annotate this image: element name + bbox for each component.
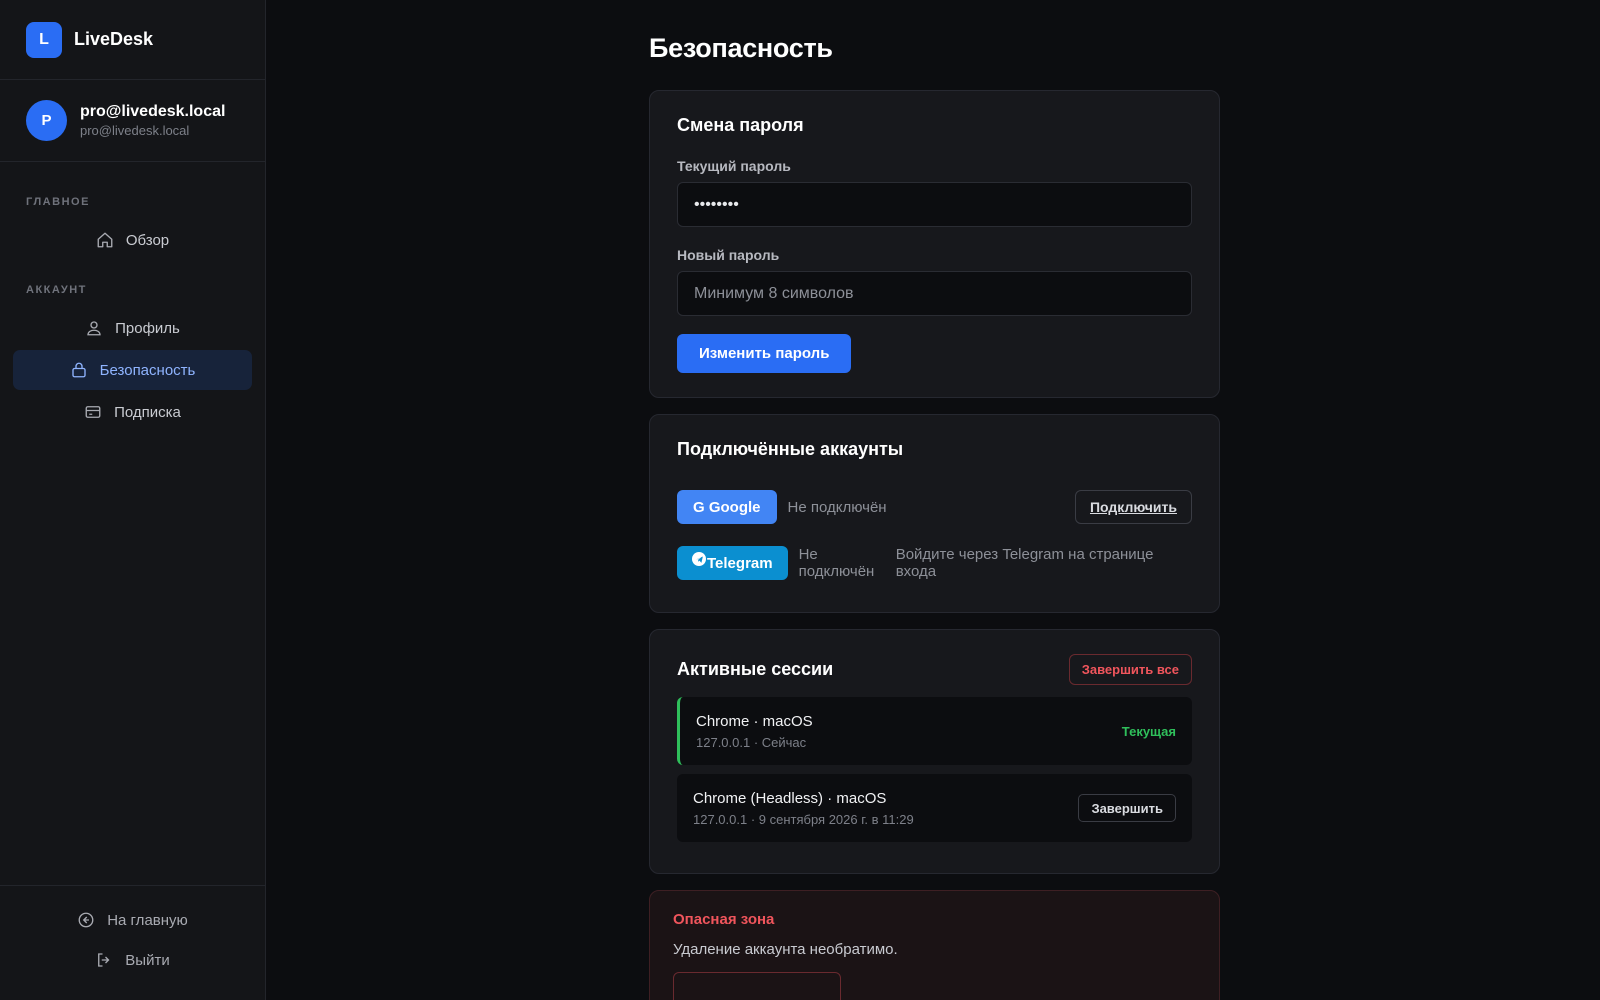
end-session-button[interactable]: Завершить [1078,794,1176,822]
session-meta: 127.0.0.1 · 9 сентября 2026 г. в 11:29 [693,811,914,827]
home-link[interactable]: На главную [13,900,252,940]
nav-heading-main: ГЛАВНОЕ [26,196,90,208]
telegram-icon [692,552,706,566]
password-card: Смена пароля Текущий пароль Новый пароль… [649,90,1220,398]
danger-zone-card: Опасная зона Удаление аккаунта необратим… [649,890,1220,1000]
arrow-left-circle-icon [77,911,95,929]
logout-label: Выйти [125,951,170,969]
sidebar-item-profile[interactable]: Профиль [13,308,252,348]
session-name: Chrome (Headless) · macOS [693,789,887,807]
connected-accounts-card: Подключённые аккаунты G Google Не подклю… [649,414,1220,613]
brand-name: LiveDesk [74,29,154,49]
user-icon [85,319,103,337]
sidebar-item-label: Безопасность [99,361,196,379]
google-account-row: G Google Не подключён Подключить [677,490,1192,524]
new-password-label: Новый пароль [677,247,780,263]
sidebar-item-overview[interactable]: Обзор [13,220,252,260]
change-password-button[interactable]: Изменить пароль [677,334,852,373]
connect-google-button[interactable]: Подключить [1074,490,1192,524]
sidebar-nav: ГЛАВНОЕ Обзор АККАУНТ Профиль Безопаснос… [0,196,265,432]
session-meta: 127.0.0.1 · Сейчас [696,734,807,750]
google-badge: G Google [677,490,777,524]
danger-zone-title: Опасная зона [673,911,775,928]
current-password-field[interactable] [677,182,1192,227]
sidebar-item-label: Обзор [125,231,170,249]
telegram-hint: Войдите через Telegram на странице входа [895,546,1154,580]
password-card-title: Смена пароля [677,115,804,135]
sidebar-item-label: Профиль [115,319,180,337]
lock-icon [70,361,88,379]
user-name: pro@livedesk.local [80,102,226,120]
session-row: Chrome (Headless) · macOS 127.0.0.1 · 9 … [677,774,1192,842]
telegram-badge-label: Telegram [707,554,773,572]
connected-accounts-title: Подключённые аккаунты [677,439,904,459]
user-email: pro@livedesk.local [80,122,190,138]
telegram-account-row: Telegram Не подключён Войдите через Tele… [677,546,1192,580]
google-status: Не подключён [787,498,887,516]
brand[interactable]: L LiveDesk [0,0,265,80]
delete-account-button[interactable] [673,972,841,1000]
danger-zone-text: Удаление аккаунта необратимо. [673,941,898,958]
active-sessions-title: Активные сессии [677,659,834,679]
sidebar-footer: На главную Выйти [0,885,265,1000]
avatar: P [26,100,67,141]
user-card: P pro@livedesk.local pro@livedesk.local [0,80,265,162]
sidebar-item-subscription[interactable]: Подписка [13,392,252,432]
logout-icon [95,951,113,969]
telegram-status: Не подключён [798,546,875,580]
home-icon [96,231,114,249]
current-session-badge: Текущая [1121,723,1176,739]
sidebar: L LiveDesk P pro@livedesk.local pro@live… [0,0,266,1000]
sidebar-item-security[interactable]: Безопасность [13,350,252,390]
end-all-sessions-button[interactable]: Завершить все [1068,654,1192,685]
sidebar-item-label: Подписка [114,403,181,421]
brand-logo: L [26,21,62,58]
session-name: Chrome · macOS [696,712,813,730]
session-row: Chrome · macOS 127.0.0.1 · Сейчас Текуща… [677,697,1192,765]
nav-heading-account: АККАУНТ [26,284,87,296]
new-password-field[interactable] [677,271,1192,316]
current-password-label: Текущий пароль [677,158,791,174]
page-title: Безопасность [649,33,833,63]
active-sessions-card: Активные сессии Завершить все Chrome · m… [649,629,1220,874]
card-icon [84,403,102,421]
logout-button[interactable]: Выйти [13,940,252,980]
main-content: Безопасность Смена пароля Текущий пароль… [267,0,1600,1000]
home-link-label: На главную [107,911,188,929]
telegram-badge: Telegram [677,546,788,580]
